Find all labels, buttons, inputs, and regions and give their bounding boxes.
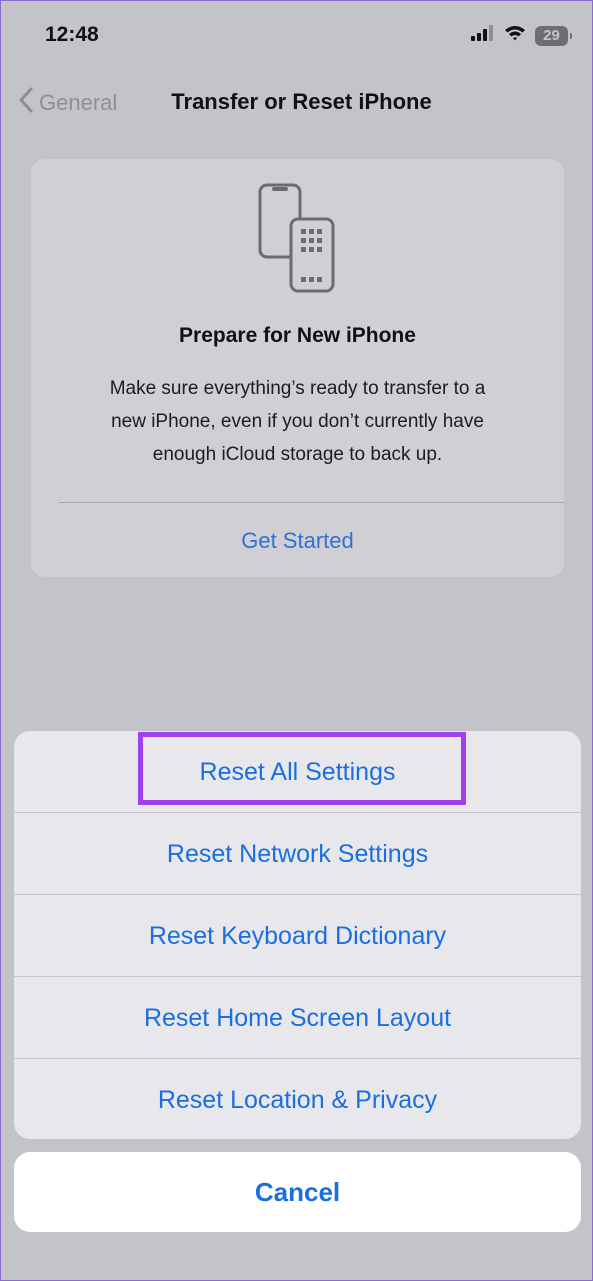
highlight-box <box>138 732 466 805</box>
card-description-line: new iPhone, even if you don’t currently … <box>111 411 484 432</box>
wifi-icon <box>504 25 526 46</box>
cellular-signal-icon <box>471 25 495 46</box>
page-title: Transfer or Reset iPhone <box>171 89 432 114</box>
card-description-line: enough iCloud storage to back up. <box>152 444 443 465</box>
prepare-card: Prepare for New iPhone Make sure everyth… <box>31 159 564 577</box>
card-title: Prepare for New iPhone <box>179 324 416 347</box>
card-description: Make sure everything’s ready to transfer… <box>61 372 534 471</box>
get-started-button[interactable]: Get Started <box>31 528 564 554</box>
status-icons: 29 <box>471 25 572 46</box>
cancel-button[interactable]: Cancel <box>14 1152 581 1232</box>
transfer-phones-icon <box>257 183 337 298</box>
reset-keyboard-dictionary-button[interactable]: Reset Keyboard Dictionary <box>14 895 581 977</box>
card-description-line: Make sure everything’s ready to transfer… <box>109 378 486 399</box>
card-divider <box>59 502 564 503</box>
battery-icon: 29 <box>535 25 572 46</box>
status-time: 12:48 <box>45 23 99 46</box>
reset-location-privacy-button[interactable]: Reset Location & Privacy <box>14 1059 581 1139</box>
reset-network-settings-button[interactable]: Reset Network Settings <box>14 813 581 895</box>
reset-home-screen-layout-button[interactable]: Reset Home Screen Layout <box>14 977 581 1059</box>
